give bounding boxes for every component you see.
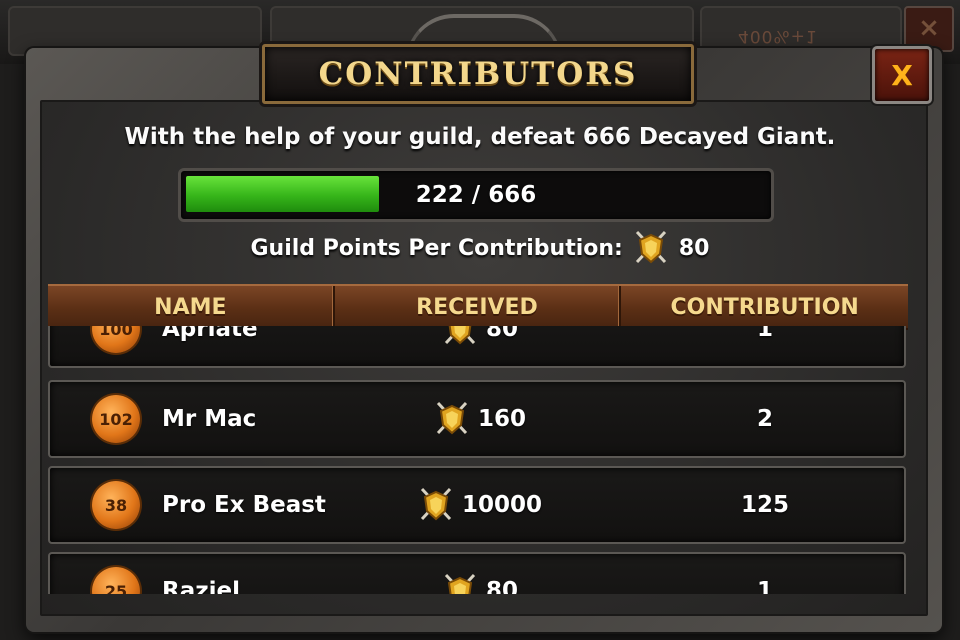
quest-description: With the help of your guild, defeat 666 … [124,124,836,150]
column-header-received[interactable]: RECEIVED [335,286,622,328]
contribution-value: 125 [740,492,789,518]
guild-points-label: Guild Points Per Contribution: [250,235,623,261]
list-item[interactable]: 100 Apriate 80 1 [48,326,906,368]
guild-points-line: Guild Points Per Contribution: 80 [0,228,960,268]
guild-points-icon [432,399,472,439]
guild-points-icon [416,485,456,525]
dialog-title-plate: CONTRIBUTORS [262,44,694,104]
received-cell: 10000 [336,468,622,542]
player-name: Pro Ex Beast [162,492,326,518]
guild-points-value: 80 [678,235,710,261]
quest-progress-bar: 222 / 666 [178,168,774,222]
list-item[interactable]: 25 Raziel 80 1 [48,552,906,594]
received-value: 10000 [461,492,543,518]
level-badge: 100 [92,326,140,353]
table-header: NAME RECEIVED CONTRIBUTION [48,284,908,330]
column-header-name[interactable]: NAME [48,286,335,328]
received-value: 80 [485,578,518,594]
progress-text: 222 / 666 [415,182,537,208]
received-cell: 80 [336,554,622,594]
received-cell: 80 [336,326,622,366]
player-name: Mr Mac [162,406,257,432]
contribution-value: 1 [756,578,773,594]
background-slot-text: 400%+1 [738,26,818,46]
list-item[interactable]: 102 Mr Mac 160 2 [48,380,906,458]
contribution-value: 2 [756,406,773,432]
level-badge: 102 [92,395,140,443]
guild-points-icon [440,571,480,594]
received-value: 80 [485,326,518,342]
level-badge: 25 [92,567,140,594]
player-name: Apriate [162,326,258,342]
dialog-title: CONTRIBUTORS [318,56,638,92]
list-item[interactable]: 38 Pro Ex Beast 10000 125 [48,466,906,544]
column-header-contribution[interactable]: CONTRIBUTION [621,286,908,328]
contribution-value: 1 [756,326,773,342]
level-badge: 38 [92,481,140,529]
guild-points-icon [440,326,480,349]
contributors-list[interactable]: 100 Apriate 80 1 102 Mr Mac 160 2 38 Pro… [48,326,906,594]
close-icon: X [891,58,913,92]
guild-points-icon [631,228,671,268]
received-cell: 160 [336,382,622,456]
player-name: Raziel [162,578,240,594]
received-value: 160 [477,406,526,432]
close-button[interactable]: X [872,46,932,104]
